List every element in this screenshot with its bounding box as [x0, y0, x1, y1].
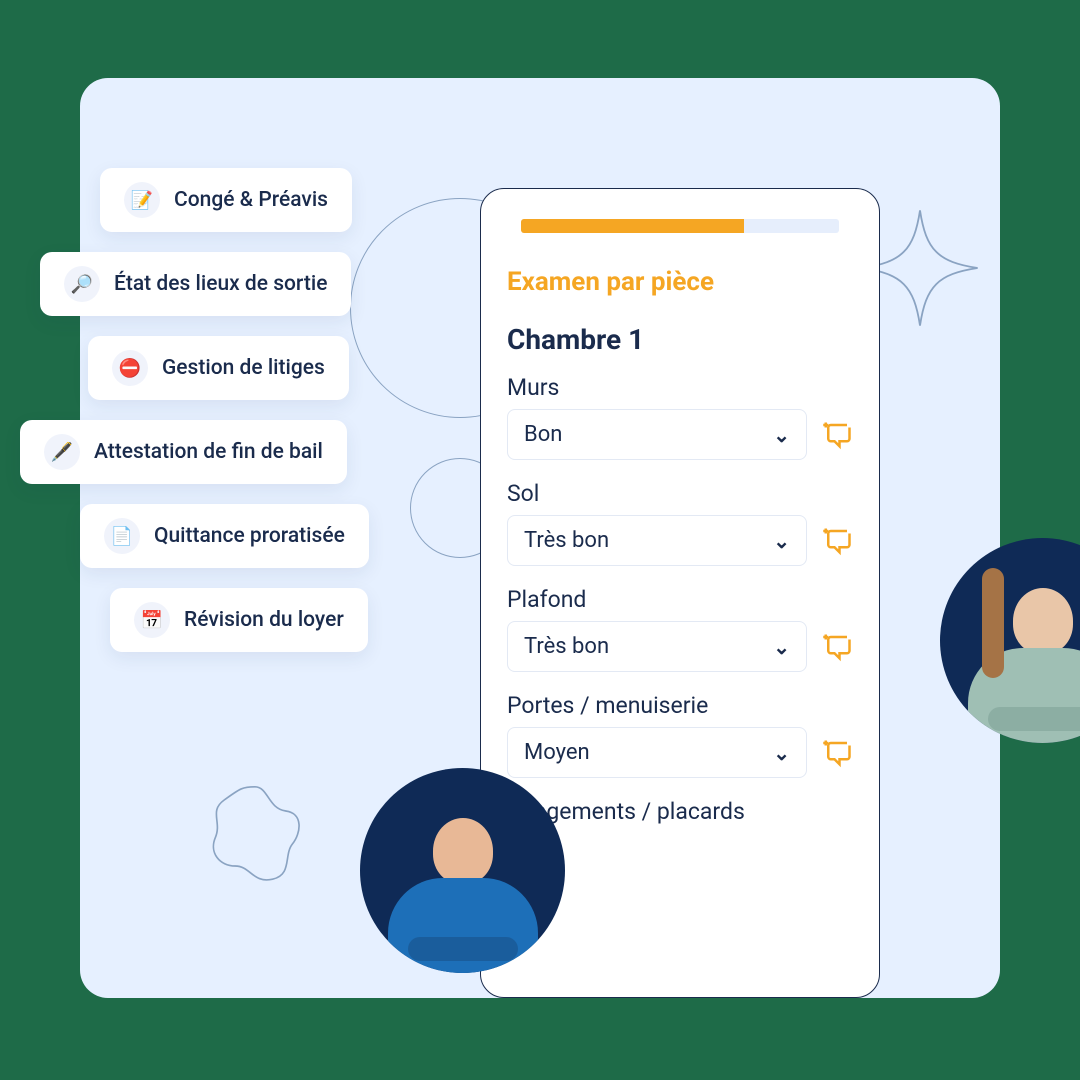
field-plafond: Plafond Très bon ⌄ — [507, 586, 853, 672]
field-label: Portes / menuiserie — [507, 692, 853, 719]
field-label: Rangements / placards — [507, 798, 853, 825]
avatar-woman — [940, 538, 1080, 743]
progress-bar — [521, 219, 839, 233]
no-entry-icon: ⛔ — [112, 350, 148, 386]
chip-label: Gestion de litiges — [162, 356, 325, 380]
select-sol[interactable]: Très bon ⌄ — [507, 515, 807, 566]
select-value: Bon — [524, 422, 562, 447]
chip-label: Congé & Préavis — [174, 188, 328, 212]
add-comment-icon[interactable] — [821, 737, 853, 769]
progress-fill — [521, 219, 744, 233]
field-label: Murs — [507, 374, 853, 401]
room-title: Chambre 1 — [507, 323, 853, 356]
calendar-icon: 📅 — [134, 602, 170, 638]
select-plafond[interactable]: Très bon ⌄ — [507, 621, 807, 672]
select-value: Très bon — [524, 528, 609, 553]
field-portes: Portes / menuiserie Moyen ⌄ — [507, 692, 853, 778]
blob-star-icon — [200, 778, 310, 888]
add-comment-icon[interactable] — [821, 631, 853, 663]
feature-chip-conge[interactable]: 📝 Congé & Préavis — [100, 168, 352, 232]
chevron-down-icon: ⌄ — [773, 741, 790, 765]
chevron-down-icon: ⌄ — [773, 423, 790, 447]
feature-chip-quittance[interactable]: 📄 Quittance proratisée — [80, 504, 369, 568]
select-value: Moyen — [524, 740, 590, 765]
select-portes[interactable]: Moyen ⌄ — [507, 727, 807, 778]
chip-label: État des lieux de sortie — [114, 272, 327, 296]
chevron-down-icon: ⌄ — [773, 529, 790, 553]
field-sol: Sol Très bon ⌄ — [507, 480, 853, 566]
field-murs: Murs Bon ⌄ — [507, 374, 853, 460]
field-label: Plafond — [507, 586, 853, 613]
page-icon: 📄 — [104, 518, 140, 554]
chevron-down-icon: ⌄ — [773, 635, 790, 659]
document-icon: 📝 — [124, 182, 160, 218]
avatar-man — [360, 768, 565, 973]
feature-chip-revision[interactable]: 📅 Révision du loyer — [110, 588, 368, 652]
magnifier-icon: 🔎 — [64, 266, 100, 302]
feature-chip-list: 📝 Congé & Préavis 🔎 État des lieux de so… — [20, 168, 369, 652]
chip-label: Attestation de fin de bail — [94, 440, 323, 464]
add-comment-icon[interactable] — [821, 419, 853, 451]
field-label: Sol — [507, 480, 853, 507]
field-rangements: Rangements / placards — [507, 798, 853, 825]
select-murs[interactable]: Bon ⌄ — [507, 409, 807, 460]
feature-chip-etat-lieux[interactable]: 🔎 État des lieux de sortie — [40, 252, 351, 316]
chip-label: Révision du loyer — [184, 608, 344, 632]
add-comment-icon[interactable] — [821, 525, 853, 557]
pen-icon: 🖋️ — [44, 434, 80, 470]
feature-chip-litiges[interactable]: ⛔ Gestion de litiges — [88, 336, 349, 400]
feature-canvas: 📝 Congé & Préavis 🔎 État des lieux de so… — [80, 78, 1000, 998]
select-value: Très bon — [524, 634, 609, 659]
feature-chip-attestation[interactable]: 🖋️ Attestation de fin de bail — [20, 420, 347, 484]
section-title: Examen par pièce — [507, 267, 853, 297]
chip-label: Quittance proratisée — [154, 524, 345, 548]
